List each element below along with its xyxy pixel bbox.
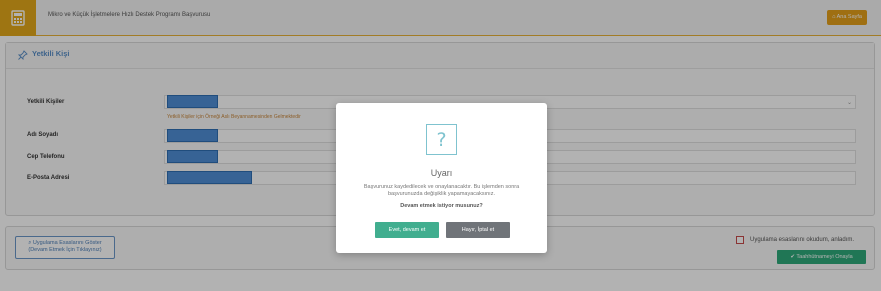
confirm-continue-button[interactable]: Evet, devam et xyxy=(375,222,439,238)
dialog-message: Başvurunuz kaydedilecek ve onaylanacaktı… xyxy=(363,184,520,197)
dialog-title: Uyarı xyxy=(430,168,453,178)
warning-dialog: ? Uyarı Başvurunuz kaydedilecek ve onayl… xyxy=(336,103,547,253)
cancel-button[interactable]: Hayır, İptal et xyxy=(446,222,510,238)
dialog-question: Devam etmek istiyor musunuz? xyxy=(400,203,483,209)
question-icon: ? xyxy=(426,124,457,155)
